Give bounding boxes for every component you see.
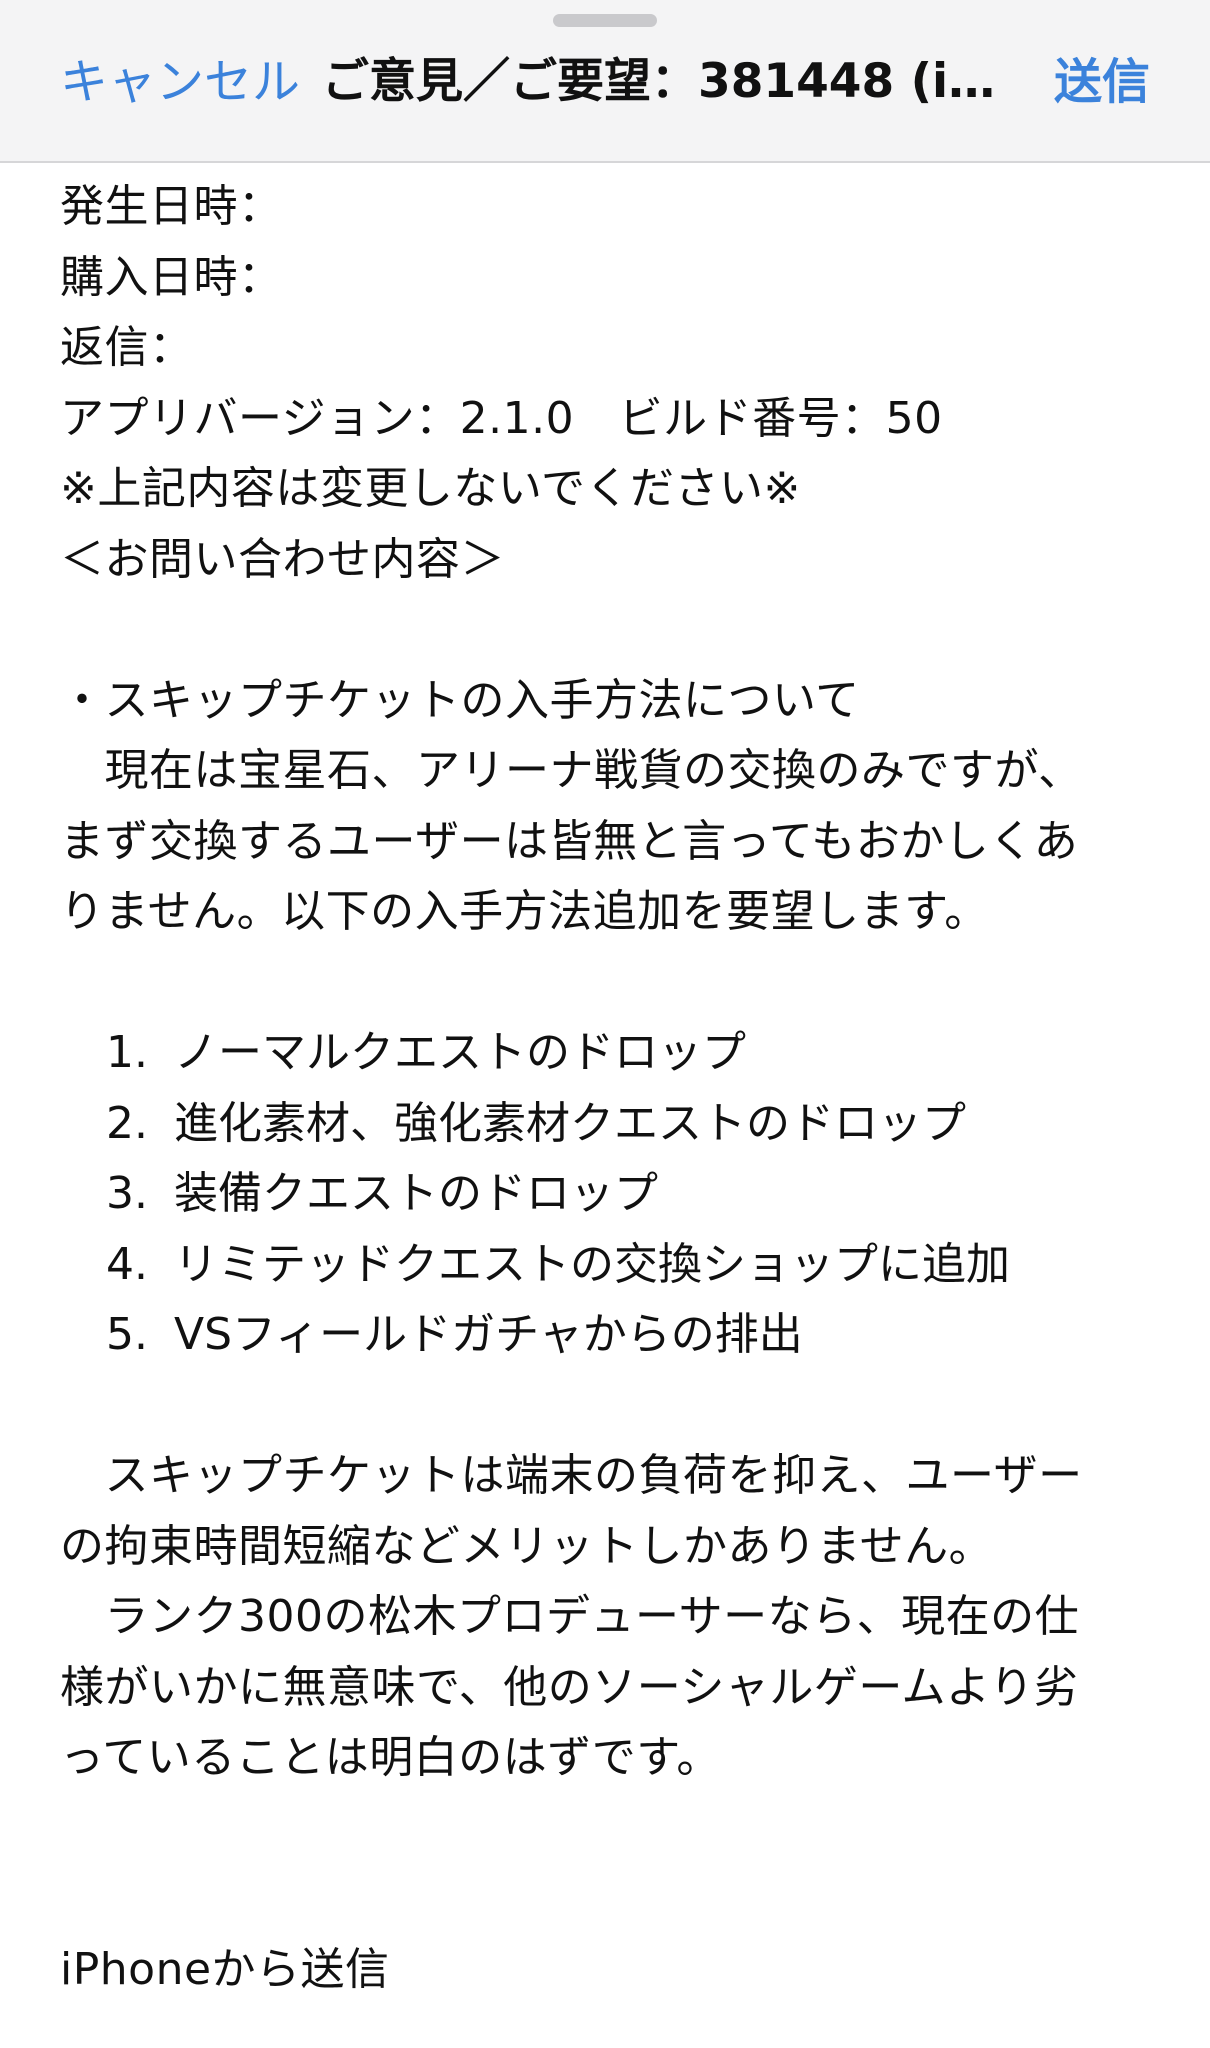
signature-line: iPhoneから送信 — [60, 1943, 390, 1995]
list-item-number: 3. — [106, 1168, 148, 1219]
list-item-number: 2. — [106, 1097, 148, 1149]
list-item: 3. 装備クエストのドロップ — [60, 1159, 1160, 1230]
list-item: 1. ノーマルクエストのドロップ — [60, 1018, 1160, 1089]
list-item-text: 進化素材、強化素材クエストのドロップ — [174, 1097, 966, 1149]
meta-line-purchase-date: 購入日時： — [60, 251, 283, 303]
closing-line: の拘束時間短縮などメリットしかありません。 — [60, 1520, 994, 1572]
list-item-number: 4. — [106, 1238, 148, 1290]
message-body-editor[interactable]: 発生日時： 購入日時： 返信： アプリバージョン：2.1.0 ビルド番号：50 … — [60, 172, 1160, 2002]
list-item: 5. VSフィールドガチャからの排出 — [60, 1300, 1160, 1371]
send-button[interactable]: 送信 — [1054, 52, 1150, 112]
compose-header: キャンセル ご意見／ご要望：381448 (iOS... 送信 — [0, 0, 1210, 163]
list-item-number: 5. — [106, 1309, 148, 1360]
intro-line: まず交換するユーザーは皆無と言ってもおかしくあ — [60, 815, 1079, 867]
list-item-text: リミテッドクエストの交換ショップに追加 — [174, 1238, 1010, 1290]
list-item: 2. 進化素材、強化素材クエストのドロップ — [60, 1089, 1160, 1160]
list-item-number: 1. — [106, 1027, 148, 1078]
list-item: 4. リミテッドクエストの交換ショップに追加 — [60, 1230, 1160, 1301]
closing-line: 様がいかに無意味で、他のソーシャルゲームより劣 — [60, 1661, 1079, 1713]
meta-line-inquiry-header: ＜お問い合わせ内容＞ — [60, 533, 505, 585]
closing-line: ランク300の松木プロデューサーなら、現在の仕 — [60, 1591, 1080, 1642]
compose-title: ご意見／ご要望：381448 (iOS... — [322, 54, 1034, 109]
intro-line: りません。以下の入手方法追加を要望します。 — [60, 886, 989, 937]
list-item-text: 装備クエストのドロップ — [174, 1168, 658, 1219]
list-item-text: ノーマルクエストのドロップ — [174, 1027, 746, 1078]
closing-line: スキップチケットは端末の負荷を抑え、ユーザー — [60, 1450, 1083, 1501]
meta-line-occurrence-date: 発生日時： — [60, 181, 283, 232]
meta-line-reply: 返信： — [60, 322, 194, 373]
sheet-grabber[interactable] — [553, 14, 657, 27]
cancel-button[interactable]: キャンセル — [60, 52, 300, 112]
meta-line-notice: ※上記内容は変更しないでください※ — [60, 463, 801, 514]
closing-line: っていることは明白のはずです。 — [60, 1732, 721, 1783]
section-heading: ・スキップチケットの入手方法について — [60, 674, 860, 726]
meta-line-app-version: アプリバージョン：2.1.0 ビルド番号：50 — [60, 392, 943, 444]
intro-line: 現在は宝星石、アリーナ戦貨の交換のみですが、 — [60, 745, 1083, 796]
list-item-text: VSフィールドガチャからの排出 — [174, 1309, 803, 1360]
